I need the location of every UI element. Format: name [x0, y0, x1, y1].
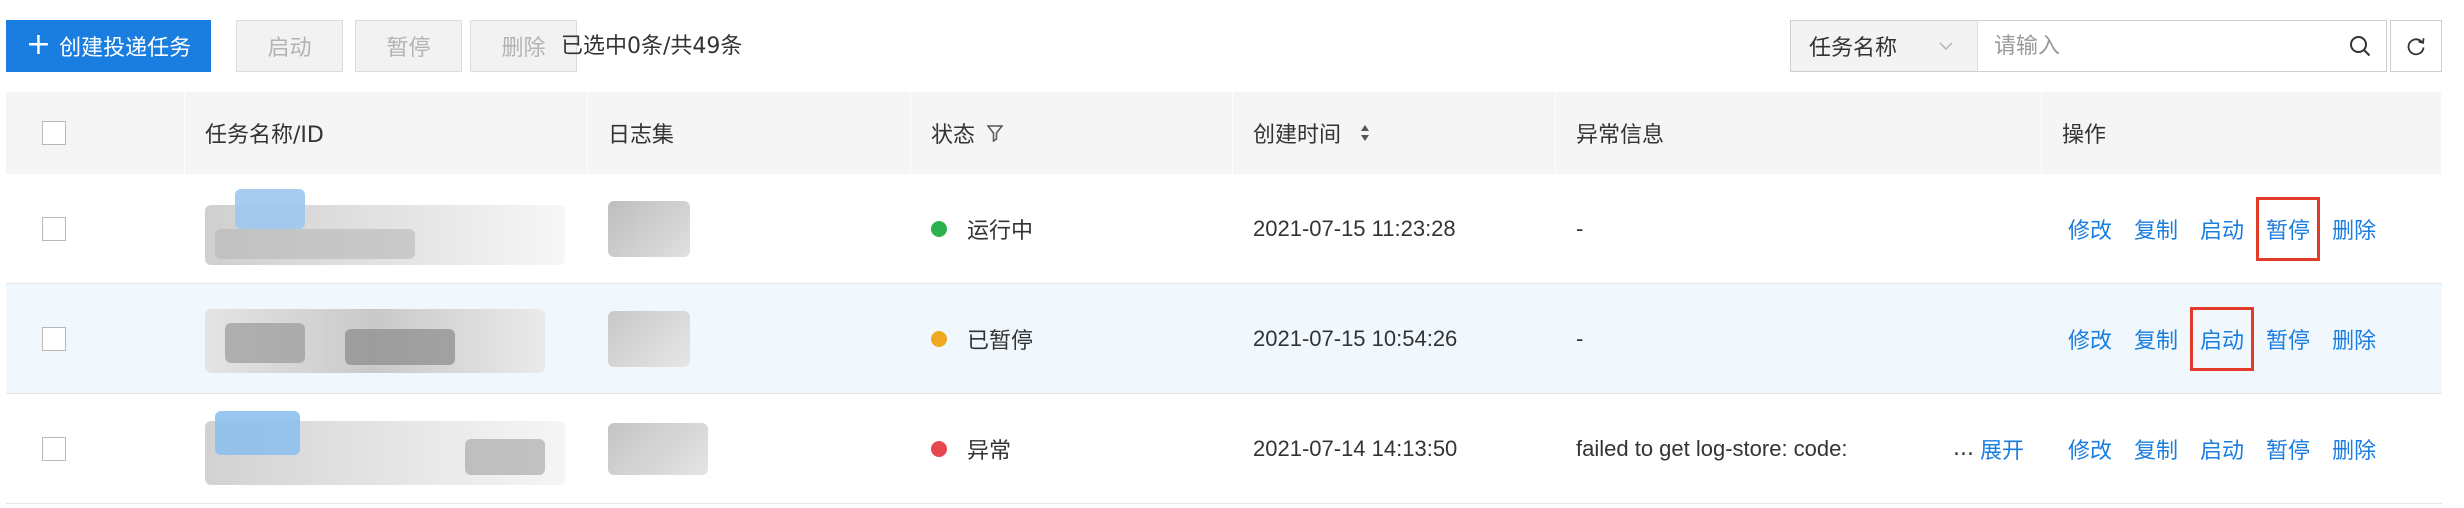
chevron-down-icon: [1939, 42, 1953, 51]
pause-link[interactable]: 暂停: [2256, 196, 2321, 261]
filter-icon[interactable]: [985, 123, 1005, 143]
table-header: 任务名称/ID 日志集 状态 创建时间 异常信息 操作: [6, 92, 2442, 174]
logset-cell: [588, 174, 911, 283]
status-cell: 异常: [911, 394, 1233, 503]
edit-link[interactable]: 修改: [2068, 323, 2112, 355]
select-all-checkbox[interactable]: [42, 121, 66, 145]
selection-info: 已选中0条/共49条: [561, 34, 743, 59]
sort-icon[interactable]: [1357, 122, 1373, 144]
header-status-label: 状态: [931, 123, 976, 148]
header-error-info: 异常信息: [1556, 92, 2042, 174]
search-icon[interactable]: [2334, 21, 2386, 71]
pause-link[interactable]: 暂停: [2266, 323, 2310, 355]
search-field-value: 任务名称: [1809, 36, 1898, 61]
start-link[interactable]: 启动: [2190, 306, 2255, 371]
table-row: 已暂停 2021-07-15 10:54:26 - 修改 复制 启动 暂停 删除: [6, 284, 2442, 394]
copy-link[interactable]: 复制: [2134, 433, 2178, 465]
pause-link[interactable]: 暂停: [2266, 433, 2310, 465]
search-field-select[interactable]: 任务名称: [1791, 21, 1978, 71]
status-text: 异常: [967, 438, 1012, 464]
status-text: 运行中: [967, 218, 1034, 244]
error-info-cell: -: [1576, 215, 1584, 241]
row-select: [6, 174, 185, 283]
row-select: [6, 284, 185, 393]
error-info-cell: failed to get log-store: code: ... 展开: [1556, 394, 2042, 503]
start-button[interactable]: 启动: [236, 20, 343, 72]
create-delivery-task-button[interactable]: + 创建投递任务: [6, 20, 211, 72]
status-dot: [931, 220, 947, 237]
logset-cell: [588, 284, 911, 393]
created-time-cell: 2021-07-15 11:23:28: [1253, 215, 1456, 241]
table-row: 异常 2021-07-14 14:13:50 failed to get log…: [6, 394, 2442, 504]
redacted-task-name: [205, 289, 585, 389]
expand-link[interactable]: 展开: [1980, 433, 2024, 465]
edit-link[interactable]: 修改: [2068, 213, 2112, 245]
redacted-logset: [608, 422, 708, 475]
start-link[interactable]: 启动: [2200, 213, 2244, 245]
redacted-task-name: [205, 179, 585, 279]
search-box: 任务名称: [1790, 20, 2387, 72]
search-input[interactable]: [1978, 21, 2334, 71]
task-name-cell: [185, 284, 588, 393]
status-dot: [931, 440, 947, 457]
redacted-logset: [608, 200, 690, 257]
copy-link[interactable]: 复制: [2134, 323, 2178, 355]
header-created-label: 创建时间: [1253, 123, 1342, 148]
header-logset: 日志集: [588, 92, 911, 174]
start-link[interactable]: 启动: [2200, 433, 2244, 465]
redacted-logset: [608, 310, 690, 367]
created-time-cell: 2021-07-14 14:13:50: [1253, 435, 1458, 461]
redacted-task-name: [205, 399, 585, 499]
header-actions: 操作: [2042, 92, 2442, 174]
error-text: failed to get log-store: code:: [1576, 435, 1848, 461]
actions-cell: 修改 复制 启动 暂停 删除: [2042, 174, 2442, 283]
ellipsis: ...: [1953, 436, 1974, 461]
table-row: 运行中 2021-07-15 11:23:28 - 修改 复制 启动 暂停 删除: [6, 174, 2442, 284]
header-select-all: [6, 92, 185, 174]
actions-cell: 修改 复制 启动 暂停 删除: [2042, 394, 2442, 503]
status-text: 已暂停: [967, 328, 1034, 354]
status-cell: 已暂停: [911, 284, 1233, 393]
copy-link[interactable]: 复制: [2134, 213, 2178, 245]
row-select: [6, 394, 185, 503]
expand-link-wrap: ... 展开: [1953, 394, 2024, 503]
plus-icon: +: [25, 26, 52, 62]
header-created-time: 创建时间: [1233, 92, 1556, 174]
task-name-cell: [185, 174, 588, 283]
created-time-cell: 2021-07-15 10:54:26: [1253, 325, 1458, 351]
edit-link[interactable]: 修改: [2068, 433, 2112, 465]
task-name-cell: [185, 394, 588, 503]
pause-button[interactable]: 暂停: [355, 20, 462, 72]
refresh-icon: [2407, 38, 2425, 56]
row-checkbox[interactable]: [42, 216, 66, 241]
error-info-cell: -: [1576, 325, 1584, 351]
toolbar: + 创建投递任务 启动 暂停 删除 已选中0条/共49条 任务名称: [0, 0, 2464, 90]
create-button-label: 创建投递任务: [59, 36, 192, 61]
actions-cell: 修改 复制 启动 暂停 删除: [2042, 284, 2442, 393]
delete-link[interactable]: 删除: [2332, 433, 2376, 465]
header-status: 状态: [911, 92, 1233, 174]
delete-link[interactable]: 删除: [2332, 213, 2376, 245]
row-checkbox[interactable]: [42, 326, 66, 351]
logset-cell: [588, 394, 911, 503]
status-cell: 运行中: [911, 174, 1233, 283]
status-dot: [931, 330, 947, 347]
row-checkbox[interactable]: [42, 436, 66, 461]
header-task-name: 任务名称/ID: [185, 92, 588, 174]
delete-link[interactable]: 删除: [2332, 323, 2376, 355]
refresh-button[interactable]: [2390, 20, 2442, 72]
